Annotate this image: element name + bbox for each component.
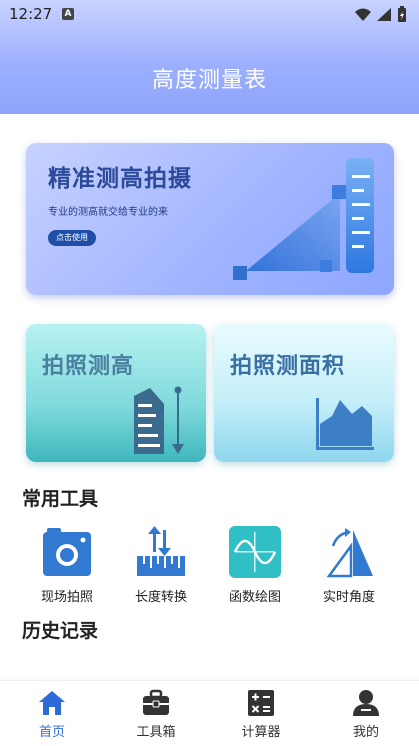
- tool-function-plot-label: 函数绘图: [228, 590, 281, 605]
- nav-calculator-label: 计算器: [241, 725, 281, 740]
- app-header: 12:27 A 高度测量表: [0, 0, 419, 114]
- tool-camera[interactable]: 现场拍照: [22, 522, 112, 605]
- page-title: 高度测量表: [151, 68, 267, 93]
- nav-home[interactable]: 首页: [0, 681, 104, 746]
- precise-measure-banner[interactable]: 精准测高拍摄 专业的测高就交给专业的来 点击使用: [26, 143, 394, 295]
- common-tools-grid: 现场拍照 长度转换 函数绘图 实时角度: [0, 522, 419, 605]
- battery-icon: [398, 6, 406, 22]
- signal-icon: [377, 8, 391, 21]
- height-measure-icon: [134, 386, 184, 454]
- camera-icon: [43, 528, 91, 576]
- history-title: 历史记录: [22, 620, 99, 642]
- banner-use-button[interactable]: 点击使用: [48, 230, 96, 246]
- tool-function-plot[interactable]: 函数绘图: [210, 522, 300, 605]
- tool-live-angle-label: 实时角度: [322, 590, 375, 605]
- tool-length-convert-label: 长度转换: [134, 590, 187, 605]
- nav-mine[interactable]: 我的: [314, 681, 418, 746]
- calculator-icon: [248, 690, 274, 716]
- photo-height-card[interactable]: 拍照测高: [26, 324, 206, 462]
- banner-subtitle: 专业的测高就交给专业的来: [48, 207, 168, 218]
- nav-toolbox[interactable]: 工具箱: [104, 681, 208, 746]
- function-graph-icon: [229, 526, 281, 578]
- angle-icon: [326, 528, 373, 578]
- area-chart-icon: [316, 398, 374, 450]
- bottom-navigation: 首页 工具箱 计算器 我的: [0, 680, 419, 746]
- photo-area-title: 拍照测面积: [230, 354, 346, 379]
- status-time: 12:27: [9, 5, 53, 23]
- wifi-icon: [355, 8, 371, 21]
- nav-mine-label: 我的: [352, 725, 379, 740]
- nav-calculator[interactable]: 计算器: [209, 681, 313, 746]
- notification-icon: A: [62, 8, 74, 20]
- status-bar: 12:27 A: [0, 0, 419, 28]
- home-icon: [39, 691, 65, 715]
- status-icons: [355, 6, 406, 22]
- nav-toolbox-label: 工具箱: [136, 725, 176, 740]
- tool-camera-label: 现场拍照: [40, 590, 93, 605]
- banner-title: 精准测高拍摄: [48, 166, 192, 192]
- tool-live-angle[interactable]: 实时角度: [304, 522, 394, 605]
- nav-home-label: 首页: [38, 725, 65, 740]
- tool-length-convert[interactable]: 长度转换: [116, 522, 206, 605]
- common-tools-title: 常用工具: [22, 488, 99, 510]
- user-icon: [353, 690, 379, 716]
- photo-height-title: 拍照测高: [42, 354, 135, 379]
- toolbox-icon: [143, 689, 169, 715]
- photo-area-card[interactable]: 拍照测面积: [214, 324, 394, 462]
- ruler-convert-icon: [137, 526, 185, 576]
- height-ruler-illustration: [233, 158, 374, 280]
